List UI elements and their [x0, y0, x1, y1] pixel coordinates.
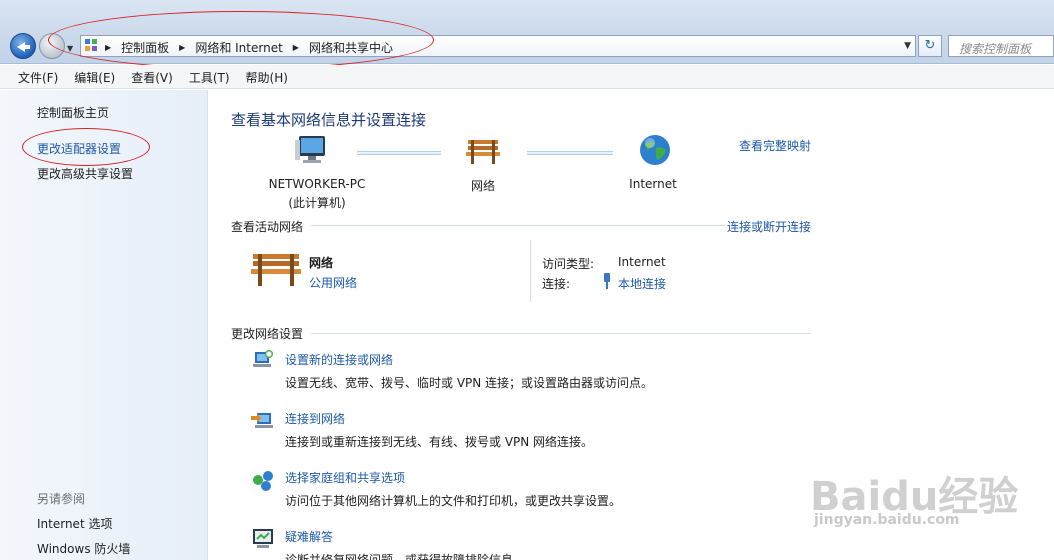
- menu-file[interactable]: 文件(F): [12, 65, 64, 88]
- menu-bar: 文件(F) 编辑(E) 查看(V) 工具(T) 帮助(H): [0, 65, 1054, 89]
- sidebar-internet-options[interactable]: Internet 选项: [37, 515, 112, 532]
- node-internet-label: Internet: [629, 177, 677, 191]
- node-computer-sublabel: (此计算机): [288, 196, 346, 210]
- menu-tools[interactable]: 工具(T): [183, 65, 236, 88]
- sidebar-change-advanced-sharing[interactable]: 更改高级共享设置: [37, 165, 133, 182]
- menu-edit[interactable]: 编辑(E): [68, 65, 121, 88]
- chevron-right-icon[interactable]: ▶: [179, 43, 185, 52]
- search-placeholder: 搜索控制面板: [959, 42, 1032, 56]
- sidebar: 控制面板主页 更改适配器设置 更改高级共享设置 另请参阅 Internet 选项…: [0, 90, 208, 560]
- chevron-down-icon[interactable]: ▼: [904, 41, 911, 51]
- refresh-button[interactable]: ↻: [918, 35, 942, 57]
- divider: [311, 333, 811, 334]
- view-full-map-link[interactable]: 查看完整映射: [739, 137, 811, 154]
- bench-icon[interactable]: [466, 136, 500, 166]
- back-button[interactable]: [10, 33, 36, 59]
- breadcrumb-network-internet[interactable]: 网络和 Internet: [195, 39, 282, 56]
- new-connection-icon: [253, 350, 273, 367]
- breadcrumb-control-panel[interactable]: 控制面板: [121, 39, 169, 56]
- control-panel-icon: [85, 39, 99, 53]
- breadcrumb-network-sharing-center[interactable]: 网络和共享中心: [309, 39, 393, 56]
- breadcrumb[interactable]: ▶ 控制面板 ▶ 网络和 Internet ▶ 网络和共享中心 ▼: [80, 35, 916, 57]
- address-bar: ▼ ▶ 控制面板 ▶ 网络和 Internet ▶ 网络和共享中心 ▼ ↻ 搜索…: [0, 0, 1054, 64]
- active-networks-heading: 查看活动网络: [231, 220, 304, 234]
- node-computer-label: NETWORKER-PC: [268, 177, 366, 191]
- divider: [530, 240, 531, 302]
- search-input[interactable]: 搜索控制面板: [948, 35, 1054, 57]
- chevron-right-icon[interactable]: ▶: [105, 43, 111, 52]
- see-also-heading: 另请参阅: [37, 492, 86, 506]
- local-connection-link[interactable]: 本地连接: [618, 275, 666, 292]
- connections-label: 连接:: [542, 277, 571, 291]
- forward-button[interactable]: [39, 33, 65, 59]
- page-title: 查看基本网络信息并设置连接: [231, 111, 427, 129]
- globe-icon[interactable]: [639, 134, 671, 166]
- sidebar-windows-firewall[interactable]: Windows 防火墙: [37, 540, 130, 557]
- node-network-label: 网络: [470, 179, 495, 193]
- active-network-name: 网络: [309, 256, 334, 270]
- change-settings-heading: 更改网络设置: [231, 327, 304, 341]
- connection-line: [527, 151, 613, 155]
- computer-icon[interactable]: [295, 134, 331, 168]
- sidebar-change-adapter-settings[interactable]: 更改适配器设置: [37, 140, 121, 157]
- ethernet-icon: [604, 273, 610, 289]
- connection-line: [357, 151, 441, 155]
- menu-help[interactable]: 帮助(H): [240, 65, 294, 88]
- task-homegroup-link[interactable]: 选择家庭组和共享选项: [285, 469, 405, 486]
- chevron-right-icon[interactable]: ▶: [293, 43, 299, 52]
- task-setup-connection-desc: 设置无线、宽带、拨号、临时或 VPN 连接；或设置路由器或访问点。: [285, 376, 654, 390]
- main-content: 查看基本网络信息并设置连接 查看完整映射 NETWORKER-PC (此计算机)…: [209, 90, 1054, 560]
- task-homegroup-desc: 访问位于其他网络计算机上的文件和打印机，或更改共享设置。: [285, 494, 622, 508]
- connect-disconnect-link[interactable]: 连接或断开连接: [727, 218, 811, 235]
- menu-view[interactable]: 查看(V): [125, 65, 179, 88]
- task-connect-network-link[interactable]: 连接到网络: [285, 410, 345, 427]
- recent-pages-dropdown[interactable]: ▼: [67, 44, 73, 53]
- task-setup-connection-link[interactable]: 设置新的连接或网络: [285, 351, 393, 368]
- task-connect-network-desc: 连接到或重新连接到无线、有线、拨号或 VPN 网络连接。: [285, 435, 594, 449]
- connect-network-icon: [251, 413, 273, 428]
- access-type-value: Internet: [618, 255, 666, 269]
- network-type-link[interactable]: 公用网络: [309, 274, 357, 291]
- troubleshoot-icon: [253, 529, 273, 548]
- homegroup-icon: [253, 471, 273, 491]
- public-network-bench-icon: [251, 254, 301, 286]
- sidebar-control-panel-home[interactable]: 控制面板主页: [37, 104, 109, 121]
- access-type-label: 访问类型:: [542, 257, 595, 271]
- task-troubleshoot-link[interactable]: 疑难解答: [285, 528, 333, 545]
- task-troubleshoot-desc: 诊断并修复网络问题，或获得故障排除信息。: [285, 553, 526, 560]
- divider: [311, 225, 725, 226]
